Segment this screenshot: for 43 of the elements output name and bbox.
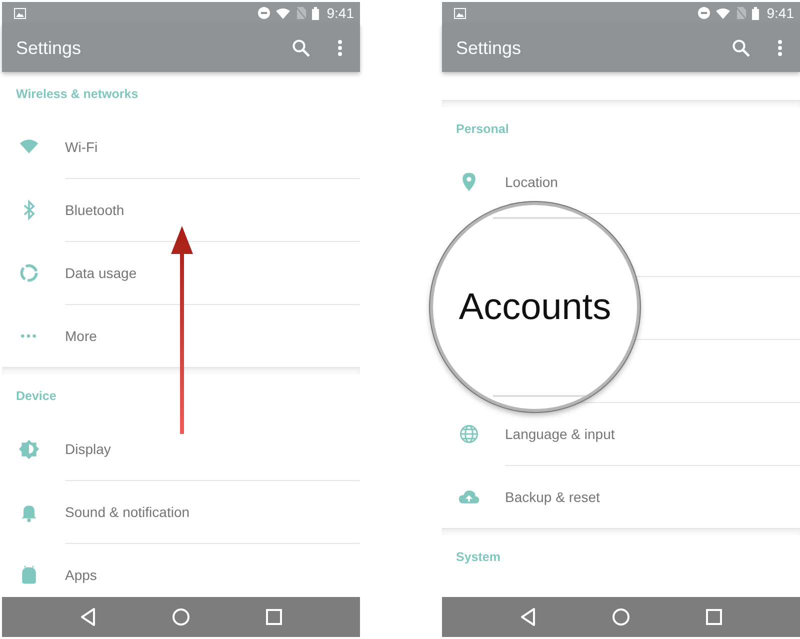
battery-icon: [312, 6, 319, 20]
back-icon[interactable]: [520, 608, 536, 626]
no-sim-icon: [736, 7, 746, 19]
settings-item[interactable]: Wi-Fi: [2, 133, 98, 161]
app-title: Settings: [456, 38, 522, 58]
search-icon[interactable]: [732, 39, 750, 57]
more-options-icon[interactable]: [778, 40, 782, 56]
back-icon[interactable]: [80, 608, 96, 626]
home-icon[interactable]: [612, 608, 630, 626]
settings-item[interactable]: Display: [2, 435, 111, 463]
do-not-disturb-icon: [698, 7, 710, 19]
section-header: Wireless & networks: [15, 86, 140, 103]
recents-icon[interactable]: [706, 609, 722, 625]
globe-icon: [458, 423, 480, 445]
battery-icon: [752, 6, 759, 20]
do-not-disturb-icon: [258, 7, 270, 19]
section-header: Personal: [455, 121, 510, 138]
no-sim-icon: [296, 7, 306, 19]
status-time: 9:41: [766, 5, 794, 21]
magnified-label: Accounts: [458, 286, 612, 328]
more-options-icon[interactable]: [338, 40, 342, 56]
home-icon[interactable]: [172, 608, 190, 626]
settings-item[interactable]: More: [2, 322, 97, 350]
settings-item[interactable]: Language & input: [442, 420, 615, 448]
section-header: Device: [15, 388, 58, 405]
search-icon[interactable]: [292, 39, 310, 57]
section-header: System: [455, 549, 502, 566]
settings-item[interactable]: Sound & notification: [2, 498, 190, 526]
brightness-icon: [18, 438, 40, 460]
settings-item[interactable]: Backup & reset: [442, 483, 600, 511]
wifi-signal-icon: [276, 8, 290, 18]
recents-icon[interactable]: [266, 609, 282, 625]
image-icon: [14, 8, 26, 18]
settings-item[interactable]: Location: [442, 168, 558, 196]
app-title: Settings: [16, 38, 82, 58]
settings-item[interactable]: Bluetooth: [2, 196, 124, 224]
more-icon: [21, 334, 36, 338]
data-usage-icon: [18, 262, 40, 284]
status-time: 9:41: [326, 5, 354, 21]
settings-item[interactable]: Apps: [2, 561, 97, 589]
wifi-signal-icon: [716, 8, 730, 18]
settings-item[interactable]: Data usage: [2, 259, 137, 287]
image-icon: [454, 8, 466, 18]
